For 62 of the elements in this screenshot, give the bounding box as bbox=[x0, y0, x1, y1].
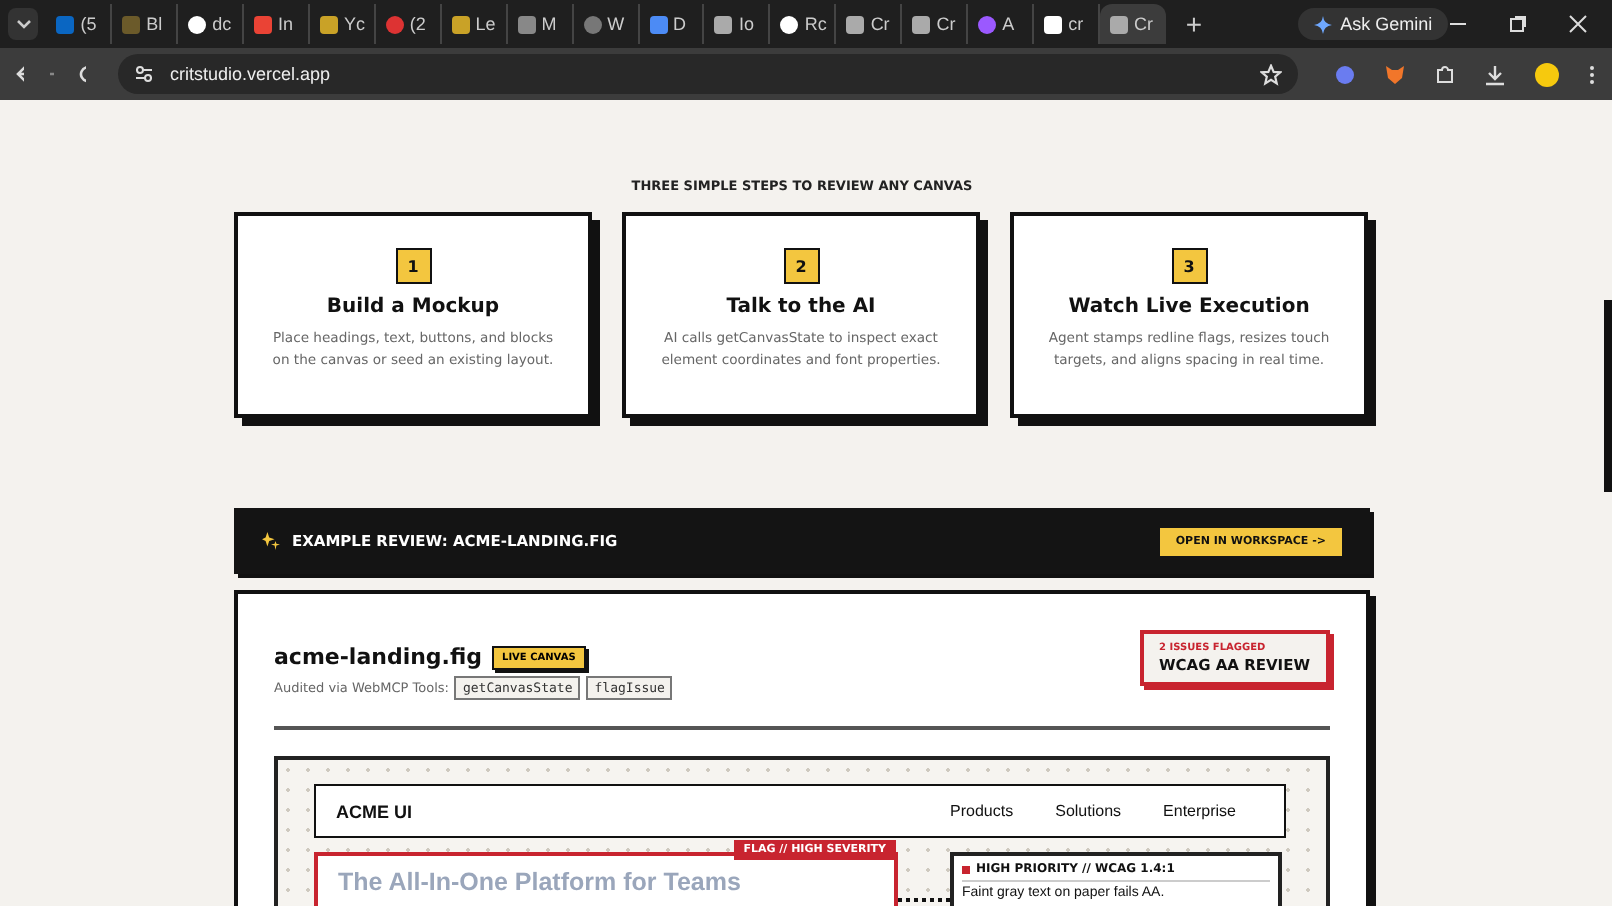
site-icon bbox=[846, 15, 865, 33]
browser-tab[interactable]: (5 bbox=[46, 4, 113, 44]
browser-tab[interactable]: Bl bbox=[112, 4, 179, 44]
step-title: Watch Live Execution bbox=[1068, 296, 1310, 318]
ask-gemini-button[interactable]: Ask Gemini bbox=[1298, 8, 1449, 40]
site-settings-icon[interactable] bbox=[134, 64, 155, 84]
browser-tab[interactable]: In bbox=[244, 4, 310, 44]
step-number: 3 bbox=[1171, 248, 1207, 284]
site-icon bbox=[122, 15, 141, 33]
browser-tab[interactable]: A bbox=[968, 4, 1035, 44]
severity-square-icon bbox=[962, 865, 970, 873]
mockup-logo: ACME UI bbox=[336, 801, 412, 821]
browser-tab[interactable]: dc bbox=[178, 4, 245, 44]
step-title: Build a Mockup bbox=[326, 296, 500, 318]
file-name: acme-landing.fig bbox=[274, 644, 483, 670]
browser-tab[interactable]: Cr bbox=[836, 4, 903, 44]
browser-tab[interactable]: Le bbox=[441, 4, 508, 44]
address-bar[interactable]: critstudio.vercel.app bbox=[118, 54, 1299, 94]
profile-avatar[interactable] bbox=[1534, 61, 1561, 87]
hero-title: The All-In-One Platform for Teams bbox=[338, 868, 743, 896]
site-icon bbox=[254, 15, 273, 33]
site-icon bbox=[649, 15, 668, 33]
site-icon bbox=[583, 15, 602, 33]
browser-tab[interactable]: M bbox=[507, 4, 574, 44]
site-icon bbox=[56, 15, 75, 33]
restore-icon[interactable] bbox=[1508, 14, 1529, 34]
step-title: Talk to the AI bbox=[726, 296, 876, 318]
site-icon bbox=[978, 15, 997, 33]
sparkle-icon bbox=[1314, 15, 1333, 33]
fox-icon[interactable] bbox=[1384, 63, 1407, 85]
back-icon[interactable] bbox=[16, 64, 24, 84]
browser-tab[interactable]: W bbox=[573, 4, 640, 44]
site-icon bbox=[1110, 15, 1128, 33]
download-icon[interactable] bbox=[1484, 63, 1507, 85]
site-icon bbox=[188, 15, 207, 33]
site-icon bbox=[385, 15, 404, 33]
step-number: 2 bbox=[783, 248, 819, 284]
step-number: 1 bbox=[395, 248, 431, 284]
browser-tab[interactable]: Cr bbox=[902, 4, 969, 44]
site-icon bbox=[451, 15, 470, 33]
browser-tab[interactable]: D bbox=[639, 4, 705, 44]
site-icon bbox=[517, 15, 536, 33]
star-icon[interactable] bbox=[1260, 63, 1283, 85]
browser-tab[interactable]: Cr bbox=[1100, 4, 1166, 44]
browser-tab[interactable]: Rc bbox=[770, 4, 837, 44]
site-icon bbox=[780, 15, 799, 33]
close-icon[interactable] bbox=[1568, 14, 1589, 34]
site-icon bbox=[1044, 15, 1063, 33]
new-tab-button[interactable]: + bbox=[1185, 8, 1203, 40]
extension-icon[interactable] bbox=[1334, 63, 1357, 85]
site-icon bbox=[319, 15, 338, 33]
site-icon bbox=[714, 15, 733, 33]
site-icon bbox=[912, 15, 931, 33]
tab-search-button[interactable] bbox=[8, 8, 39, 40]
browser-tab[interactable]: Yc bbox=[309, 4, 376, 44]
browser-tab[interactable]: (2 bbox=[375, 4, 442, 44]
browser-tab[interactable]: Io bbox=[704, 4, 771, 44]
menu-icon[interactable] bbox=[1588, 63, 1597, 85]
puzzle-icon[interactable] bbox=[1434, 63, 1457, 85]
chevron-down-icon bbox=[15, 16, 32, 32]
sparkle-icon bbox=[262, 532, 280, 550]
scrollbar-thumb[interactable] bbox=[1604, 300, 1612, 492]
